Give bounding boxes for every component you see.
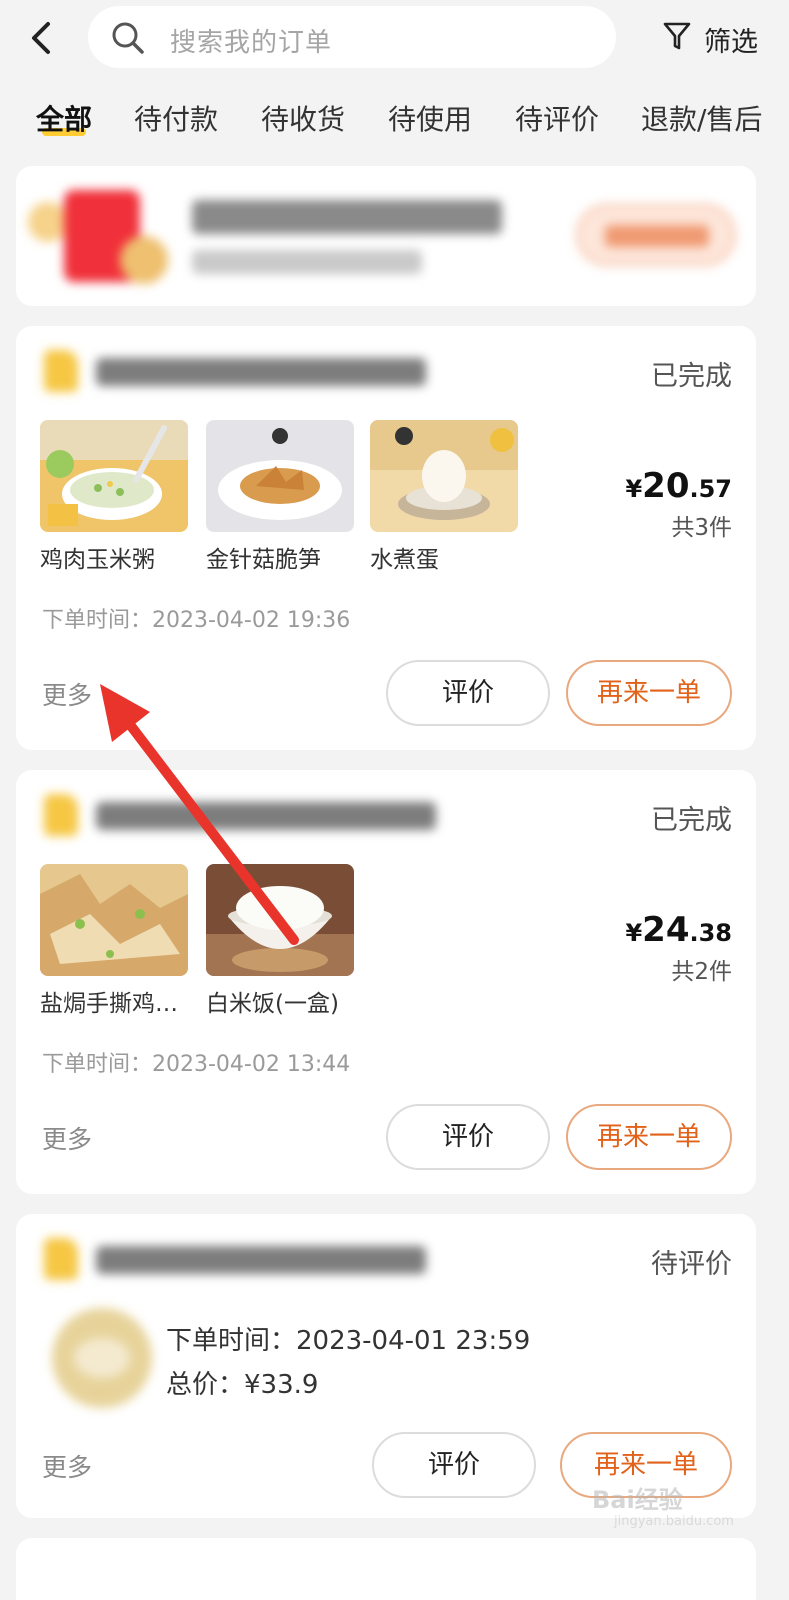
product-name: 盐焗手撕鸡… (40, 991, 178, 1017)
order-status: 待评价 (651, 1249, 732, 1280)
tab-all[interactable]: 全部 (36, 98, 92, 138)
order-time: 下单时间：2023-04-02 19:36 (42, 608, 351, 633)
order-status: 已完成 (651, 805, 732, 836)
shop-icon (44, 794, 78, 836)
review-button[interactable]: 评价 (372, 1432, 536, 1498)
order-price: ¥24.38 (625, 910, 732, 950)
tab-refund[interactable]: 退款/售后 (641, 98, 762, 138)
promo-subtitle-blurred (192, 250, 422, 274)
order-card[interactable]: 已完成 鸡肉玉米粥 金针菇脆笋 水煮蛋 ¥20.57 共3件 下单时间：2023… (16, 326, 756, 750)
reorder-button[interactable]: 再来一单 (566, 1104, 732, 1170)
shop-name-blurred[interactable] (96, 358, 426, 386)
order-card[interactable]: 待评价 下单时间：2023-04-01 23:59 总价：¥33.9 更多 评价… (16, 1214, 756, 1518)
shop-logo[interactable] (52, 1308, 152, 1408)
product-image[interactable] (206, 420, 354, 532)
order-card[interactable]: 已完成 盐焗手撕鸡… 白米饭(一盒) ¥24.38 共2件 下单时间：2023-… (16, 770, 756, 1194)
shop-icon (44, 350, 78, 392)
product-image[interactable] (370, 420, 518, 532)
tab-pending-payment[interactable]: 待付款 (134, 98, 218, 138)
search-placeholder: 搜索我的订单 (170, 28, 333, 58)
product-name: 鸡肉玉米粥 (40, 547, 155, 573)
promo-action-button[interactable] (576, 204, 736, 266)
item-count: 共2件 (671, 959, 732, 985)
promo-title-blurred (192, 200, 502, 234)
tab-pending-review[interactable]: 待评价 (515, 98, 599, 138)
search-icon (112, 22, 144, 54)
filter-label: 筛选 (704, 27, 758, 58)
item-count: 共3件 (671, 515, 732, 541)
top-bar: 搜索我的订单 筛选 (0, 0, 789, 80)
order-price: ¥20.57 (625, 466, 732, 506)
promo-banner[interactable] (16, 166, 756, 306)
order-status: 已完成 (651, 361, 732, 392)
order-time: 下单时间：2023-04-01 23:59 (166, 1326, 531, 1356)
funnel-icon (663, 22, 691, 50)
product-name: 白米饭(一盒) (206, 991, 339, 1017)
shop-name-blurred[interactable] (96, 802, 436, 830)
coin-icon (28, 202, 68, 242)
order-tabs: 全部 待付款 待收货 待使用 待评价 退款/售后 (0, 92, 789, 148)
product-name: 金针菇脆笋 (206, 547, 321, 573)
reorder-button[interactable]: 再来一单 (566, 660, 732, 726)
more-button[interactable]: 更多 (42, 1448, 92, 1484)
tab-pending-receipt[interactable]: 待收货 (261, 98, 345, 138)
more-button[interactable]: 更多 (42, 1120, 92, 1156)
order-card[interactable] (16, 1538, 756, 1600)
shop-name-blurred[interactable] (96, 1246, 426, 1274)
watermark-logo: Bai经验 jingyan.baidu.com (592, 1486, 734, 1529)
tab-pending-use[interactable]: 待使用 (388, 98, 472, 138)
back-arrow-icon[interactable] (24, 18, 60, 58)
review-button[interactable]: 评价 (386, 660, 550, 726)
review-button[interactable]: 评价 (386, 1104, 550, 1170)
shop-icon (44, 1238, 78, 1280)
search-bar[interactable]: 搜索我的订单 (88, 6, 616, 68)
product-image[interactable] (206, 864, 354, 976)
more-button[interactable]: 更多 (42, 676, 92, 712)
order-total: 总价：¥33.9 (166, 1370, 319, 1400)
coin-icon (120, 236, 168, 284)
order-time: 下单时间：2023-04-02 13:44 (42, 1052, 351, 1077)
product-image[interactable] (40, 420, 188, 532)
product-image[interactable] (40, 864, 188, 976)
product-name: 水煮蛋 (370, 547, 439, 573)
